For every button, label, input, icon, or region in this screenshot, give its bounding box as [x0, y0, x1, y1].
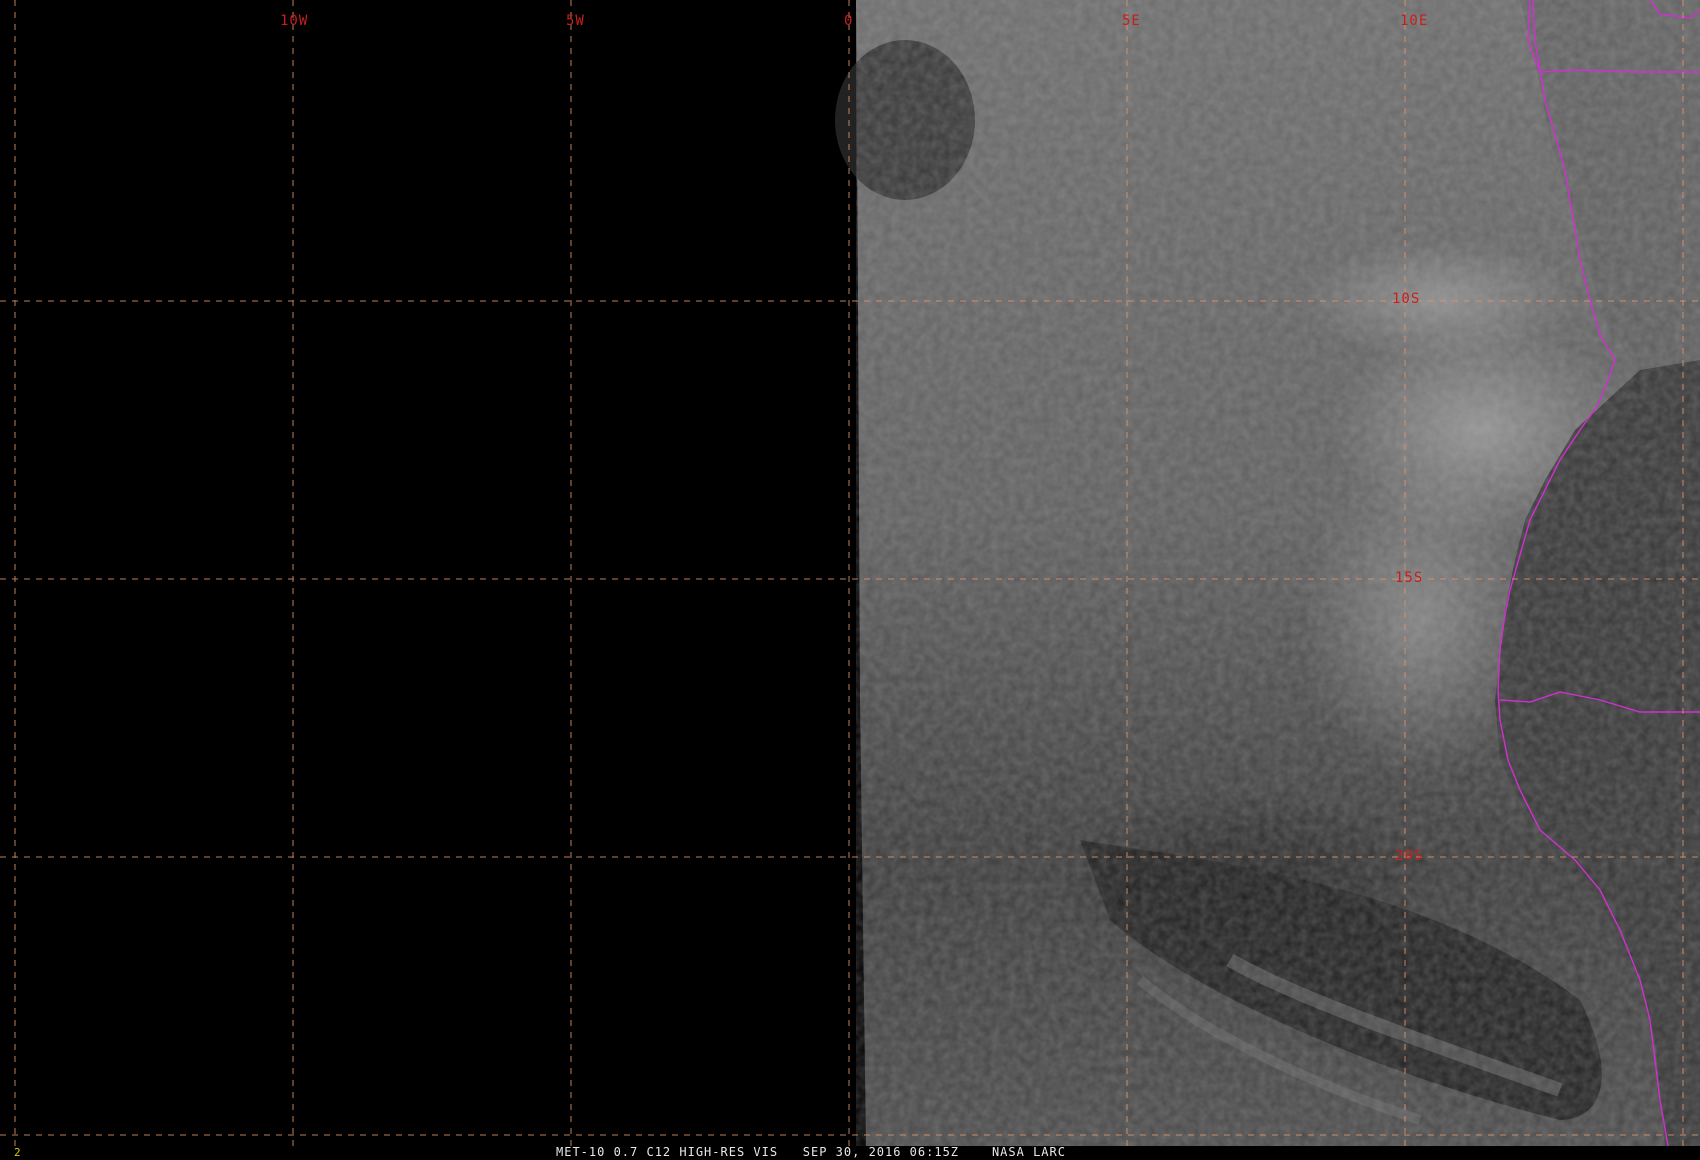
satellite-product: MET-10 0.7 C12 HIGH-RES VIS — [556, 1145, 779, 1159]
lat-label-10s: 10S — [1392, 291, 1421, 307]
lon-label-5e: 5E — [1122, 13, 1141, 29]
lon-label-10w: 10W — [280, 13, 309, 29]
lon-label-0: 0 — [844, 13, 854, 29]
image-datetime: SEP 30, 2016 06:15Z — [802, 1145, 960, 1159]
image-caption: MET-10 0.7 C12 HIGH-RES VIS SEP 30, 2016… — [556, 1146, 1066, 1159]
lon-label-5w: 5W — [566, 13, 585, 29]
data-source: NASA LARC — [991, 1145, 1066, 1159]
lon-label-10e: 10E — [1400, 13, 1429, 29]
satellite-imagery — [0, 0, 1700, 1147]
satellite-image-viewer: 10W 5W 0 5E 10E 10S 15S 20S 2 MET-10 0.7… — [0, 0, 1700, 1160]
lat-label-20s: 20S — [1395, 848, 1424, 864]
swath — [835, 0, 1700, 1146]
frame-number: 2 — [14, 1146, 21, 1159]
lat-label-15s: 15S — [1395, 570, 1424, 586]
